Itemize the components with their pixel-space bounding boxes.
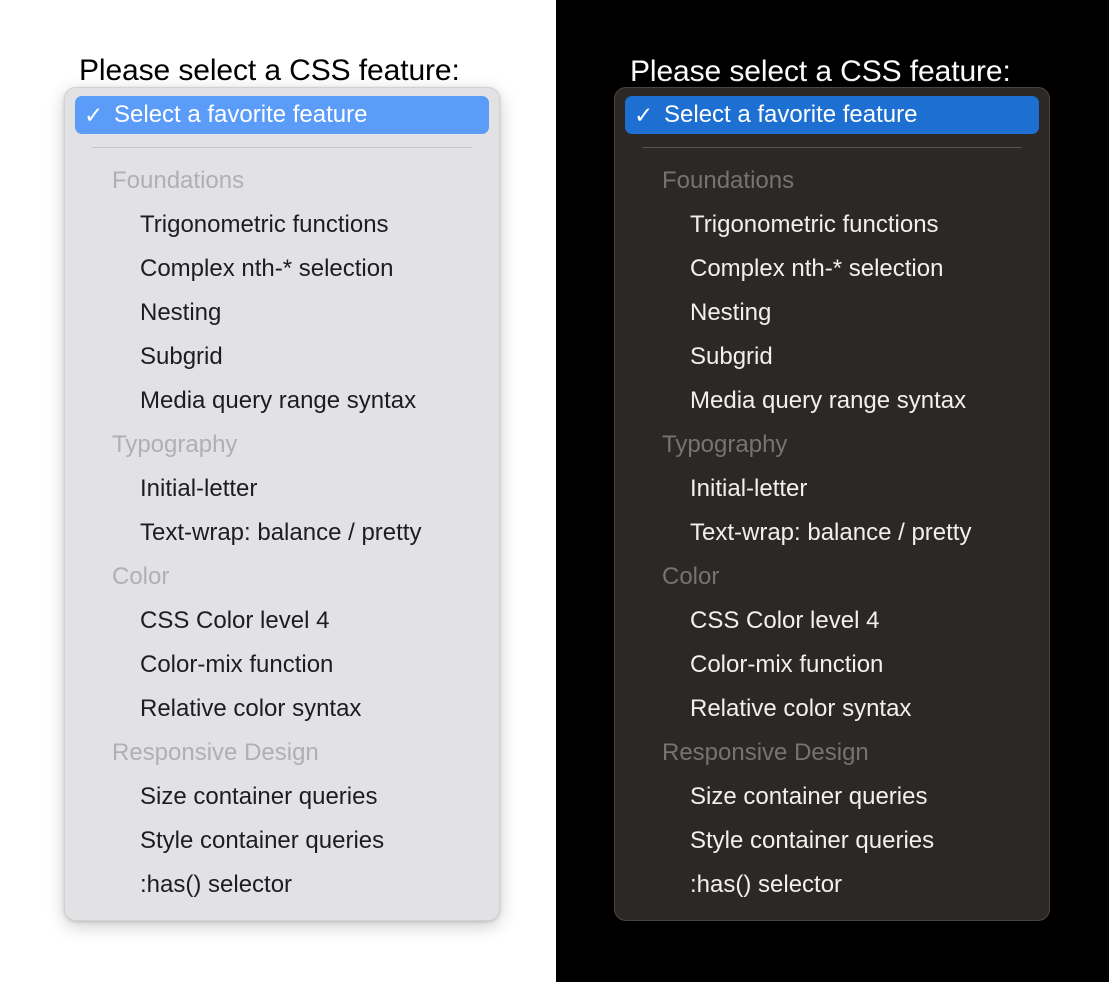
option-group-header: Responsive Design — [662, 739, 869, 766]
menu-option[interactable]: Relative color syntax — [615, 687, 1049, 731]
selected-option-label: Select a favorite feature — [114, 101, 368, 128]
menu-option[interactable]: Color-mix function — [65, 643, 499, 687]
menu-option[interactable]: Text-wrap: balance / pretty — [615, 511, 1049, 555]
menu-option[interactable]: :has() selector — [65, 863, 499, 907]
menu-option[interactable]: Style container queries — [615, 819, 1049, 863]
select-dropdown-light[interactable]: ✓ Select a favorite feature Foundations T… — [64, 87, 500, 921]
option-group-header: Foundations — [112, 167, 245, 194]
menu-option[interactable]: Trigonometric functions — [65, 203, 499, 247]
menu-option[interactable]: Color-mix function — [615, 643, 1049, 687]
menu-option[interactable]: :has() selector — [615, 863, 1049, 907]
menu-option[interactable]: Complex nth-* selection — [65, 247, 499, 291]
option-group-header: Foundations — [662, 167, 795, 194]
selected-option-label: Select a favorite feature — [664, 101, 918, 128]
option-group-header: Typography — [662, 431, 788, 458]
menu-option[interactable]: Media query range syntax — [615, 379, 1049, 423]
menu-option[interactable]: Complex nth-* selection — [615, 247, 1049, 291]
menu-option[interactable]: Text-wrap: balance / pretty — [65, 511, 499, 555]
menu-separator — [642, 147, 1022, 148]
option-group-list-light: Foundations Trigonometric functions Comple… — [65, 159, 499, 907]
page-title-light: Please select a CSS feature: — [79, 54, 460, 87]
selected-option-row-light[interactable]: ✓ Select a favorite feature — [75, 96, 489, 134]
menu-option[interactable]: Nesting — [615, 291, 1049, 335]
menu-option[interactable]: Subgrid — [615, 335, 1049, 379]
page-title-dark: Please select a CSS feature: — [630, 55, 1011, 88]
checkmark-icon: ✓ — [84, 101, 104, 128]
option-group-header: Responsive Design — [112, 739, 319, 766]
menu-option[interactable]: Nesting — [65, 291, 499, 335]
menu-option[interactable]: Style container queries — [65, 819, 499, 863]
menu-option[interactable]: CSS Color level 4 — [615, 599, 1049, 643]
option-group-list-dark: Foundations Trigonometric functions Comple… — [615, 159, 1049, 907]
menu-option[interactable]: Size container queries — [65, 775, 499, 819]
menu-option[interactable]: Media query range syntax — [65, 379, 499, 423]
option-group-header: Color — [662, 563, 720, 590]
menu-separator — [92, 147, 472, 148]
menu-option[interactable]: CSS Color level 4 — [65, 599, 499, 643]
menu-option[interactable]: Initial-letter — [615, 467, 1049, 511]
select-dropdown-dark[interactable]: ✓ Select a favorite feature Foundations T… — [614, 87, 1050, 921]
option-group-header: Typography — [112, 431, 238, 458]
menu-option[interactable]: Trigonometric functions — [615, 203, 1049, 247]
menu-option[interactable]: Relative color syntax — [65, 687, 499, 731]
option-group-header: Color — [112, 563, 170, 590]
menu-option[interactable]: Subgrid — [65, 335, 499, 379]
selected-option-row-dark[interactable]: ✓ Select a favorite feature — [625, 96, 1039, 134]
menu-option[interactable]: Initial-letter — [65, 467, 499, 511]
screenshot-stage: Please select a CSS feature: ✓ Select a … — [0, 0, 1109, 982]
checkmark-icon: ✓ — [634, 101, 654, 128]
menu-option[interactable]: Size container queries — [615, 775, 1049, 819]
